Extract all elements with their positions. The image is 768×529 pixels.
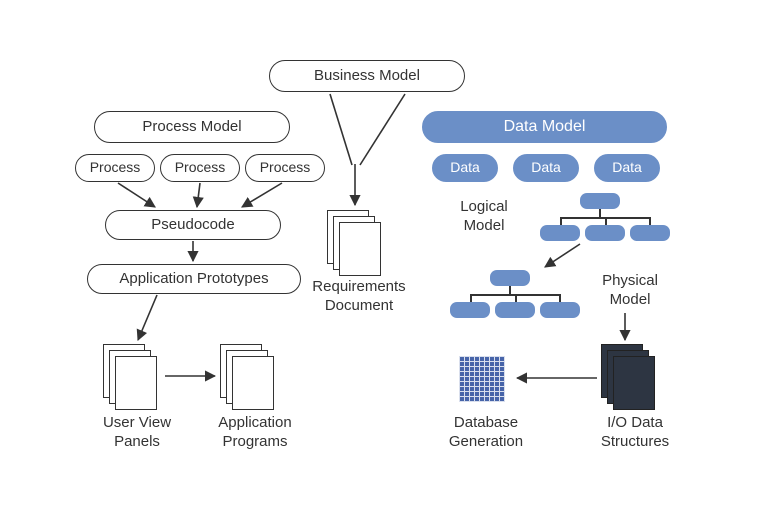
- node-pseudocode: Pseudocode: [105, 210, 281, 240]
- arrow-business-to-requirements-right: [360, 94, 405, 165]
- node-data-3: Data: [594, 154, 660, 182]
- node-process-model: Process Model: [94, 111, 290, 143]
- label-user-view-panels: User View Panels: [87, 414, 187, 452]
- node-data-model: Data Model: [422, 111, 667, 143]
- label-logical-model: Logical Model: [445, 198, 523, 236]
- arrow-process1-pseudocode: [118, 183, 155, 207]
- diagram-canvas: Business Model Process Model Data Model …: [0, 0, 768, 529]
- arrow-logical-physical: [545, 244, 580, 267]
- label-io-data-structures: I/O Data Structures: [585, 414, 685, 452]
- node-application-prototypes: Application Prototypes: [87, 264, 301, 294]
- label-requirements-document: Requirements Document: [300, 278, 418, 316]
- icon-database-generation: [459, 356, 505, 402]
- node-process-2: Process: [160, 154, 240, 182]
- label-physical-model: Physical Model: [590, 272, 670, 310]
- label-database-generation: Database Generation: [437, 414, 535, 452]
- node-process-1: Process: [75, 154, 155, 182]
- label-application-programs: Application Programs: [203, 414, 307, 452]
- node-process-3: Process: [245, 154, 325, 182]
- node-data-1: Data: [432, 154, 498, 182]
- arrow-process2-pseudocode: [197, 183, 200, 207]
- node-data-2: Data: [513, 154, 579, 182]
- node-business-model: Business Model: [269, 60, 465, 92]
- arrow-business-to-requirements-left: [330, 94, 352, 165]
- arrow-prototypes-panels: [138, 295, 157, 340]
- arrow-process3-pseudocode: [242, 183, 282, 207]
